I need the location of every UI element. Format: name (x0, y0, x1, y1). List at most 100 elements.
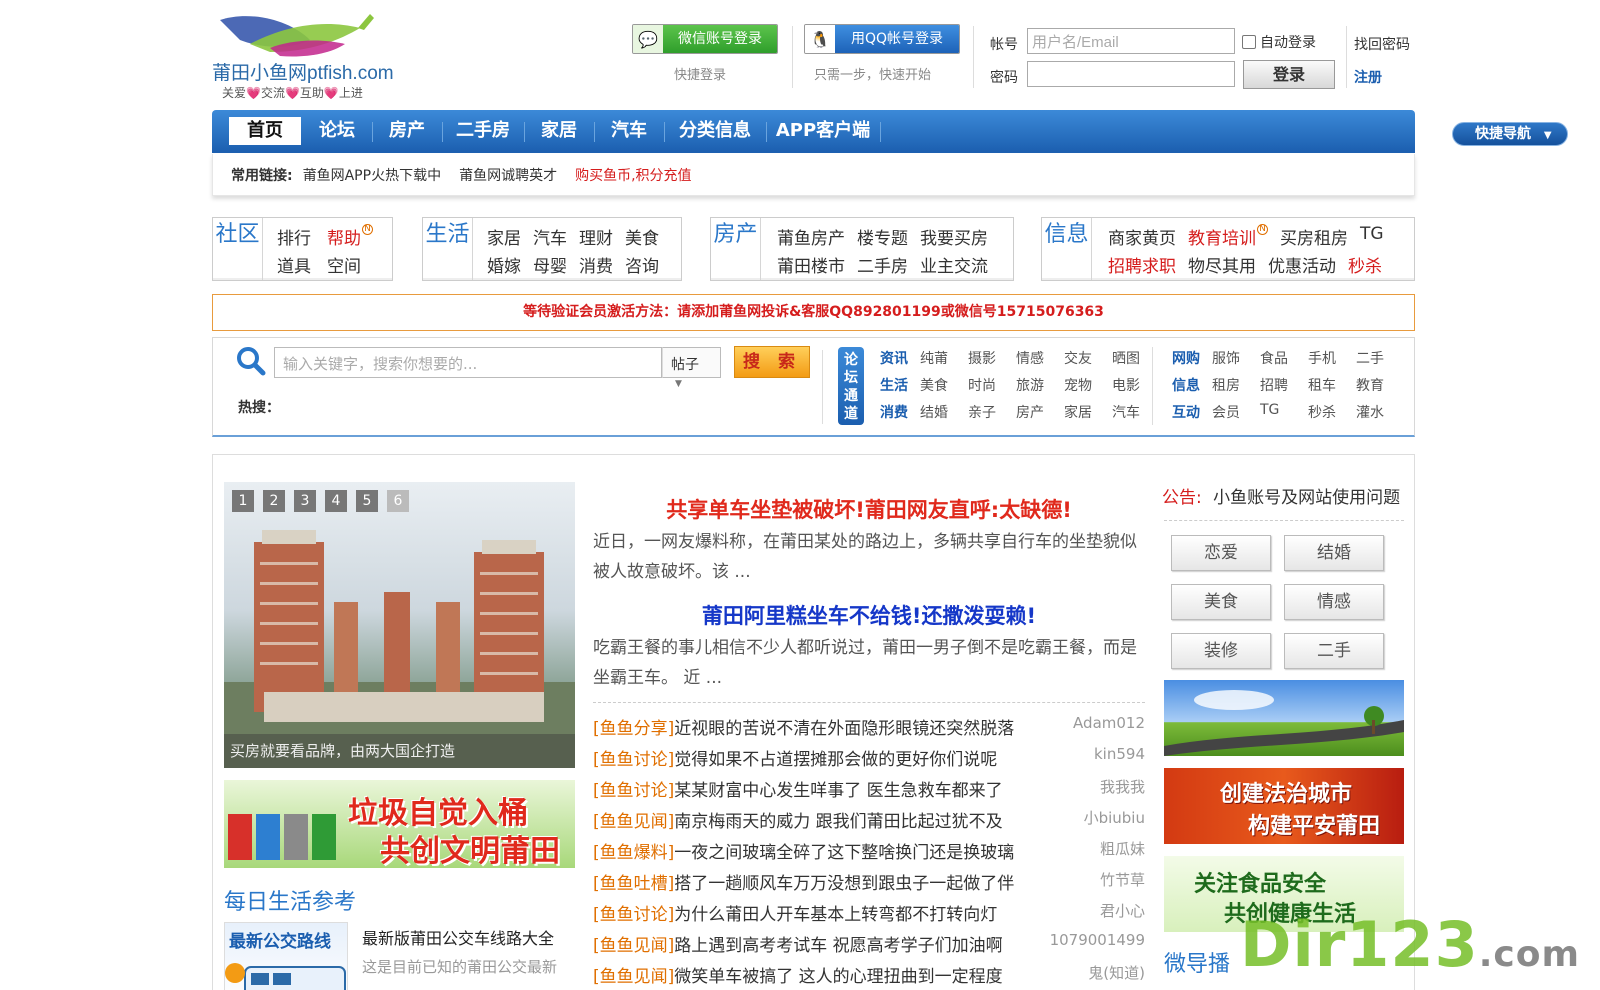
news-author[interactable]: 粗瓜妹 (1100, 838, 1145, 869)
slide-page-6[interactable]: 6 (387, 490, 409, 512)
tag-button[interactable]: 恋爱 (1171, 535, 1271, 571)
tag-button[interactable]: 二手 (1284, 633, 1384, 669)
image-slider[interactable]: 1 2 3 4 5 6 买房就要看品牌，由两大国企打造 (224, 482, 575, 768)
channel-link[interactable]: 家居 (1064, 402, 1112, 422)
news-title[interactable]: 觉得如果不占道摆摊那会做的更好你们说呢 (674, 745, 1094, 776)
slide-page-4[interactable]: 4 (325, 490, 347, 512)
list-item[interactable]: [鱼鱼分享] 近视眼的苦说不清在外面隐形眼镜还突然脱落 Adam012 (593, 714, 1145, 745)
category-link[interactable]: 买房租房 (1280, 224, 1348, 249)
news-title[interactable]: 近视眼的苦说不清在外面隐形眼镜还突然脱落 (674, 714, 1073, 745)
category-link[interactable]: 消费 (579, 252, 613, 277)
category-link[interactable]: TG (1360, 224, 1384, 249)
category-link[interactable]: 招聘求职 (1108, 252, 1176, 277)
nav-auto[interactable]: 汽车 (600, 117, 658, 145)
channel-key[interactable]: 网购 (1172, 348, 1212, 368)
list-item[interactable]: [鱼鱼讨论] 为什么莆田人开车基本上转弯都不打转向灯 君小心 (593, 900, 1145, 931)
list-item[interactable]: [鱼鱼讨论] 觉得如果不占道摆摊那会做的更好你们说呢 kin594 (593, 745, 1145, 776)
nav-second-hand-house[interactable]: 二手房 (448, 117, 518, 145)
slide-page-2[interactable]: 2 (263, 490, 285, 512)
category-link[interactable]: 排行 (277, 224, 311, 249)
announcement[interactable]: 公告: 小鱼账号及网站使用问题 (1162, 483, 1400, 508)
channel-link[interactable]: 亲子 (968, 402, 1016, 422)
channel-link[interactable]: 秒杀 (1308, 402, 1356, 422)
category-link[interactable]: 教育培训 N (1188, 224, 1268, 249)
quick-nav-dropdown[interactable]: 快捷导航 ▼ (1452, 122, 1568, 146)
news-title[interactable]: 某某财富中心发生咩事了 医生急救车都来了 (674, 776, 1100, 807)
channel-link[interactable]: 房产 (1016, 402, 1064, 422)
news-tag[interactable]: [鱼鱼讨论] (593, 745, 674, 776)
bus-route-thumbnail[interactable]: 最新公交路线 (224, 922, 348, 990)
list-item[interactable]: [鱼鱼吐槽] 搭了一趟顺风车万万没想到跟虫子一起做了伴 竹节草 (593, 869, 1145, 900)
category-link[interactable]: 二手房 (857, 252, 908, 277)
news-author[interactable]: 鬼(知道) (1088, 962, 1145, 990)
channel-link[interactable]: 摄影 (968, 348, 1016, 368)
news-author[interactable]: 1079001499 (1050, 931, 1145, 962)
channel-link[interactable]: 宠物 (1064, 375, 1112, 395)
category-link[interactable]: 家居 (487, 224, 521, 249)
news-tag[interactable]: [鱼鱼爆料] (593, 838, 674, 869)
news-title[interactable]: 南京梅雨天的威力 跟我们莆田比起过犹不及 (674, 807, 1083, 838)
channel-link[interactable]: 情感 (1016, 348, 1064, 368)
nav-classifieds[interactable]: 分类信息 (670, 117, 760, 145)
channel-key[interactable]: 信息 (1172, 375, 1212, 395)
news-title[interactable]: 微笑单车被搞了 这人的心理扭曲到一定程度 (674, 962, 1088, 990)
rule-of-law-banner[interactable]: 创建法治城市 构建平安莆田 (1164, 768, 1404, 844)
qq-login-button[interactable]: 🐧 用QQ帐号登录 (804, 24, 960, 54)
nav-forum[interactable]: 论坛 (308, 117, 366, 145)
tag-button[interactable]: 结婚 (1284, 535, 1384, 571)
tag-button[interactable]: 情感 (1284, 584, 1384, 620)
list-item[interactable]: [鱼鱼见闻] 南京梅雨天的威力 跟我们莆田比起过犹不及 小biubiu (593, 807, 1145, 838)
news-author[interactable]: kin594 (1094, 745, 1145, 776)
news-tag[interactable]: [鱼鱼见闻] (593, 807, 674, 838)
channel-link[interactable]: 结婚 (920, 402, 968, 422)
channel-key[interactable]: 互动 (1172, 402, 1212, 422)
channel-link[interactable]: 招聘 (1260, 375, 1308, 395)
tag-button[interactable]: 装修 (1171, 633, 1271, 669)
category-link[interactable]: 楼专题 (857, 224, 908, 249)
category-link[interactable]: 莆鱼房产 (777, 224, 845, 249)
news-author[interactable]: 小biubiu (1084, 807, 1145, 838)
news-tag[interactable]: [鱼鱼见闻] (593, 962, 674, 990)
category-link[interactable]: 汽车 (533, 224, 567, 249)
road-banner[interactable] (1164, 680, 1404, 756)
slide-page-5[interactable]: 5 (356, 490, 378, 512)
search-button[interactable]: 搜 索 (734, 346, 810, 378)
bus-route-title[interactable]: 最新版莆田公交车线路大全 (362, 925, 554, 949)
wechat-login-button[interactable]: 💬 微信账号登录 (632, 24, 778, 54)
news-tag[interactable]: [鱼鱼吐槽] (593, 869, 674, 900)
category-link[interactable]: 帮助 N (327, 224, 373, 249)
common-link[interactable]: 莆鱼网APP火热下载中 (303, 165, 441, 185)
announcement-text[interactable]: 小鱼账号及网站使用问题 (1213, 488, 1400, 508)
news-author[interactable]: Adam012 (1073, 714, 1145, 745)
news-title[interactable]: 一夜之间玻璃全碎了这下整啥换门还是换玻璃 (674, 838, 1100, 869)
channel-link[interactable]: 灌水 (1356, 402, 1404, 422)
headline-title[interactable]: 莆田阿里糕坐车不给钱!还撒泼耍赖! (593, 600, 1145, 630)
channel-link[interactable]: 旅游 (1016, 375, 1064, 395)
category-link[interactable]: 我要买房 (920, 224, 988, 249)
common-link[interactable]: 购买鱼币,积分充值 (575, 165, 691, 185)
channel-key[interactable]: 生活 (880, 375, 920, 395)
nav-home[interactable]: 首页 (229, 117, 301, 145)
channel-link[interactable]: 二手 (1356, 348, 1404, 368)
channel-link[interactable]: TG (1260, 402, 1308, 422)
list-item[interactable]: [鱼鱼见闻] 微笑单车被搞了 这人的心理扭曲到一定程度 鬼(知道) (593, 962, 1145, 990)
category-link[interactable]: 美食 (625, 224, 659, 249)
register-link[interactable]: 注册 (1354, 67, 1382, 87)
news-title[interactable]: 搭了一趟顺风车万万没想到跟虫子一起做了伴 (674, 869, 1100, 900)
search-type-select[interactable]: 帖子 ▼ (662, 347, 721, 389)
nav-app[interactable]: APP客户端 (772, 117, 874, 145)
list-item[interactable]: [鱼鱼见闻] 路上遇到高考考试车 祝愿高考学子们加油啊 1079001499 (593, 931, 1145, 962)
news-author[interactable]: 我我我 (1100, 776, 1145, 807)
news-tag[interactable]: [鱼鱼讨论] (593, 900, 674, 931)
common-link[interactable]: 莆鱼网诚聘英才 (459, 165, 557, 185)
channel-link[interactable]: 美食 (920, 375, 968, 395)
slide-page-3[interactable]: 3 (294, 490, 316, 512)
login-button[interactable]: 登录 (1243, 60, 1335, 89)
channel-link[interactable]: 交友 (1064, 348, 1112, 368)
headline-title[interactable]: 共享单车坐垫被破坏!莆田网友直呼:太缺德! (593, 494, 1145, 524)
auto-login-checkbox[interactable]: 自动登录 (1242, 32, 1316, 52)
category-link[interactable]: 道具 (277, 252, 311, 277)
category-link[interactable]: 秒杀 (1348, 252, 1382, 277)
channel-link[interactable]: 纯莆 (920, 348, 968, 368)
category-link[interactable]: 商家黄页 (1108, 224, 1176, 249)
